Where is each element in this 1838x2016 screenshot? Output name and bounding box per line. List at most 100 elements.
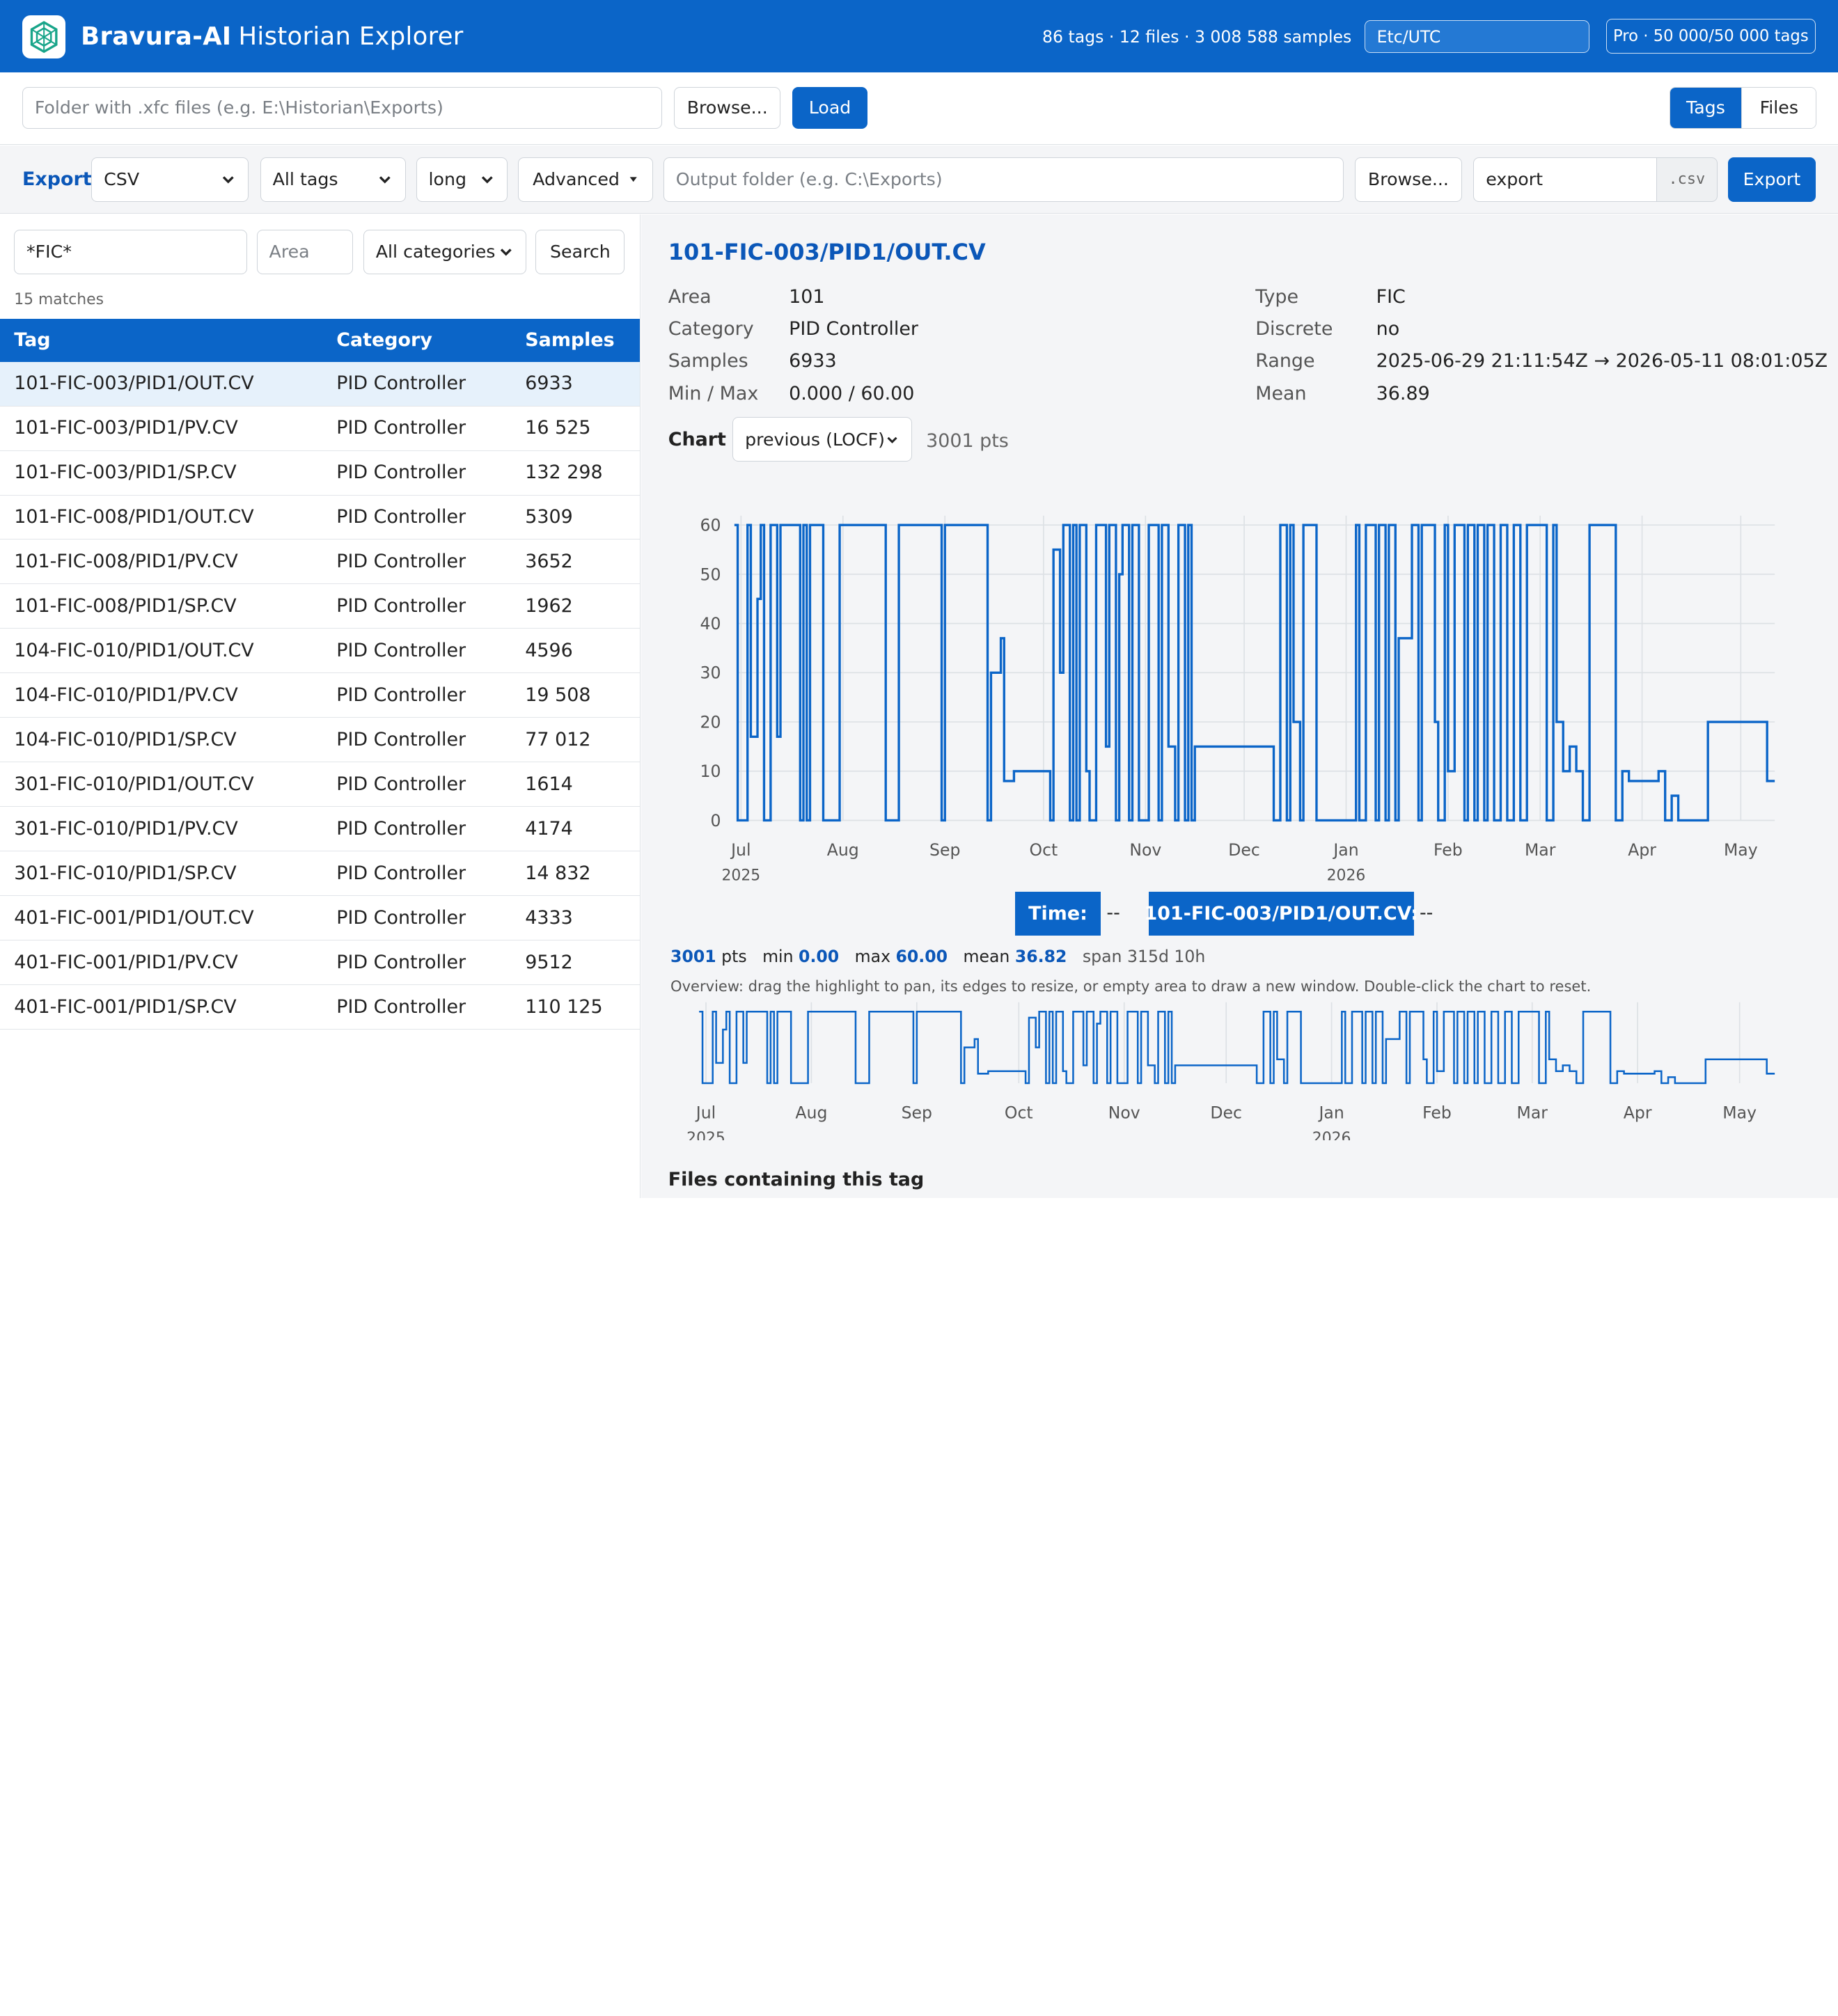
table-row[interactable]: 301-FIC-010/PID1/SP.CV PID Controller 14 8… (0, 852, 641, 897)
y-tick-label: 30 (700, 663, 721, 683)
meta-value: PID Controller (789, 318, 918, 340)
samples-cell: 4596 (525, 640, 573, 662)
tag-search-input[interactable]: *FIC* (14, 229, 248, 274)
format-select[interactable]: CSV (91, 157, 249, 202)
layout-select[interactable]: long (416, 157, 508, 202)
category-cell: PID Controller (336, 952, 466, 973)
output-folder-input[interactable]: Output folder (e.g. C:\Exports) (663, 157, 1344, 202)
license-button[interactable]: Pro · 50 000/50 000 tags (1605, 18, 1816, 54)
interpolation-select[interactable]: previous (LOCF) (732, 417, 912, 462)
samples-cell: 4333 (525, 907, 573, 929)
table-row[interactable]: 101-FIC-003/PID1/OUT.CV PID Controller 693… (0, 362, 641, 407)
meta-value: 2025-06-29 21:11:54Z → 2026-05-11 08:01:… (1376, 350, 1828, 372)
format-value: CSV (104, 169, 140, 190)
tag-cell: 104-FIC-010/PID1/OUT.CV (14, 640, 254, 662)
category-cell: PID Controller (336, 506, 466, 528)
samples-cell: 4174 (525, 818, 573, 840)
tag-table-header: Tag Category Samples (0, 318, 641, 363)
folder-input[interactable]: Folder with .xfc files (e.g. E:\Historia… (22, 86, 663, 129)
overview-chart[interactable]: Jul 2025 Aug Sep Oct Nov Dec Jan 2026 Feb Mar Apr Ma… (641, 994, 1814, 1140)
main-chart[interactable]: Jul 2025 Aug Sep Oct Nov Dec Jan 2026 Feb Mar Apr Ma… (641, 466, 1814, 888)
category-cell: PID Controller (336, 995, 466, 1018)
tab-tags[interactable]: Tags (1670, 87, 1742, 129)
filename-input[interactable]: export (1473, 157, 1658, 202)
load-toolbar: Folder with .xfc files (e.g. E:\Historia… (0, 72, 1838, 145)
x-tick-label: Sep (929, 840, 960, 860)
summary-mean-label: mean (963, 947, 1010, 967)
samples-cell: 1962 (525, 595, 573, 617)
x-tick-label: Nov (1129, 840, 1161, 860)
meta-key: Range (1255, 350, 1315, 372)
timezone-input[interactable]: Etc/UTC (1364, 19, 1590, 53)
view-tabs: Tags Files (1669, 86, 1817, 129)
column-header-category[interactable]: Category (336, 319, 432, 362)
samples-cell: 3652 (525, 551, 573, 573)
interpolation-value: previous (LOCF) (745, 429, 886, 450)
tab-files[interactable]: Files (1741, 87, 1816, 129)
export-toolbar: Export CSV All tags long Advanced Output… (0, 145, 1838, 214)
x-tick-label: Apr (1628, 840, 1656, 860)
table-row[interactable]: 104-FIC-010/PID1/PV.CV PID Controller 19 5… (0, 674, 641, 718)
load-button[interactable]: Load (792, 86, 867, 129)
table-row[interactable]: 101-FIC-003/PID1/SP.CV PID Controller 132 … (0, 451, 641, 496)
table-row[interactable]: 104-FIC-010/PID1/SP.CV PID Controller 77 0… (0, 718, 641, 763)
tag-cell: 301-FIC-010/PID1/SP.CV (14, 863, 237, 885)
table-row[interactable]: 301-FIC-010/PID1/PV.CV PID Controller 4174 (0, 808, 641, 852)
y-tick-label: 60 (700, 516, 721, 535)
chart-point-count: 3001 pts (926, 430, 1009, 452)
category-cell: PID Controller (336, 907, 466, 929)
meta-key: Discrete (1255, 318, 1333, 340)
table-row[interactable]: 101-FIC-008/PID1/SP.CV PID Controller 1962 (0, 585, 641, 629)
column-header-tag[interactable]: Tag (14, 319, 50, 362)
x-tick-label: May (1722, 1103, 1757, 1122)
x-tick-label: Aug (795, 1103, 827, 1122)
tag-cell: 101-FIC-003/PID1/OUT.CV (14, 372, 254, 395)
table-row[interactable]: 401-FIC-001/PID1/OUT.CV PID Controller 433… (0, 897, 641, 941)
tag-cell: 401-FIC-001/PID1/SP.CV (14, 995, 237, 1018)
table-row[interactable]: 301-FIC-010/PID1/OUT.CV PID Controller 161… (0, 763, 641, 808)
table-row[interactable]: 401-FIC-001/PID1/PV.CV PID Controller 9512 (0, 941, 641, 986)
x-tick-label: Jul (695, 1103, 716, 1122)
meta-value: FIC (1376, 285, 1406, 308)
category-cell: PID Controller (336, 773, 466, 796)
x-tick-label: Dec (1228, 840, 1260, 860)
export-label: Export (22, 168, 92, 191)
browse-output-button[interactable]: Browse... (1355, 157, 1462, 202)
scope-value: All tags (272, 169, 338, 190)
meta-value: 101 (789, 285, 825, 308)
category-select[interactable]: All categories (363, 229, 526, 274)
table-row[interactable]: 401-FIC-001/PID1/SP.CV PID Controller 110 … (0, 986, 641, 1030)
table-row[interactable]: 101-FIC-008/PID1/PV.CV PID Controller 3652 (0, 540, 641, 585)
column-header-samples[interactable]: Samples (525, 319, 614, 362)
app-logo-icon (22, 15, 66, 59)
meta-key: Area (668, 285, 712, 308)
export-button[interactable]: Export (1727, 157, 1816, 202)
x-tick-label: Mar (1516, 1103, 1548, 1122)
summary-max: 60.00 (895, 947, 948, 967)
x-tick-year: 2025 (721, 867, 760, 884)
table-row[interactable]: 104-FIC-010/PID1/OUT.CV PID Controller 459… (0, 629, 641, 674)
dataset-stats: 86 tags · 12 files · 3 008 588 samples (1042, 26, 1352, 47)
match-count: 15 matches (14, 290, 104, 308)
chevron-down-icon (379, 176, 391, 184)
overview-note: Overview: drag the highlight to pan, its… (670, 977, 1592, 995)
tag-cell: 101-FIC-008/PID1/OUT.CV (14, 506, 254, 528)
caret-down-icon (630, 177, 638, 182)
samples-cell: 5309 (525, 506, 573, 528)
chevron-down-icon (222, 176, 234, 184)
x-tick-label: Oct (1005, 1103, 1033, 1122)
scope-select[interactable]: All tags (260, 157, 406, 202)
search-button[interactable]: Search (535, 229, 625, 274)
area-input[interactable]: Area (256, 229, 353, 274)
advanced-button[interactable]: Advanced (518, 157, 653, 202)
category-cell: PID Controller (336, 729, 466, 751)
table-row[interactable]: 101-FIC-008/PID1/OUT.CV PID Controller 530… (0, 496, 641, 540)
tag-cell: 104-FIC-010/PID1/SP.CV (14, 729, 237, 751)
samples-cell: 132 298 (525, 462, 603, 484)
table-row[interactable]: 101-FIC-003/PID1/PV.CV PID Controller 16 5… (0, 407, 641, 451)
tag-cell: 301-FIC-010/PID1/PV.CV (14, 818, 238, 840)
browse-folder-button[interactable]: Browse... (674, 86, 781, 129)
tag-cell: 101-FIC-003/PID1/SP.CV (14, 462, 237, 484)
tag-list-panel: *FIC* Area All categories Search 15 matc… (0, 214, 641, 1198)
category-cell: PID Controller (336, 640, 466, 662)
